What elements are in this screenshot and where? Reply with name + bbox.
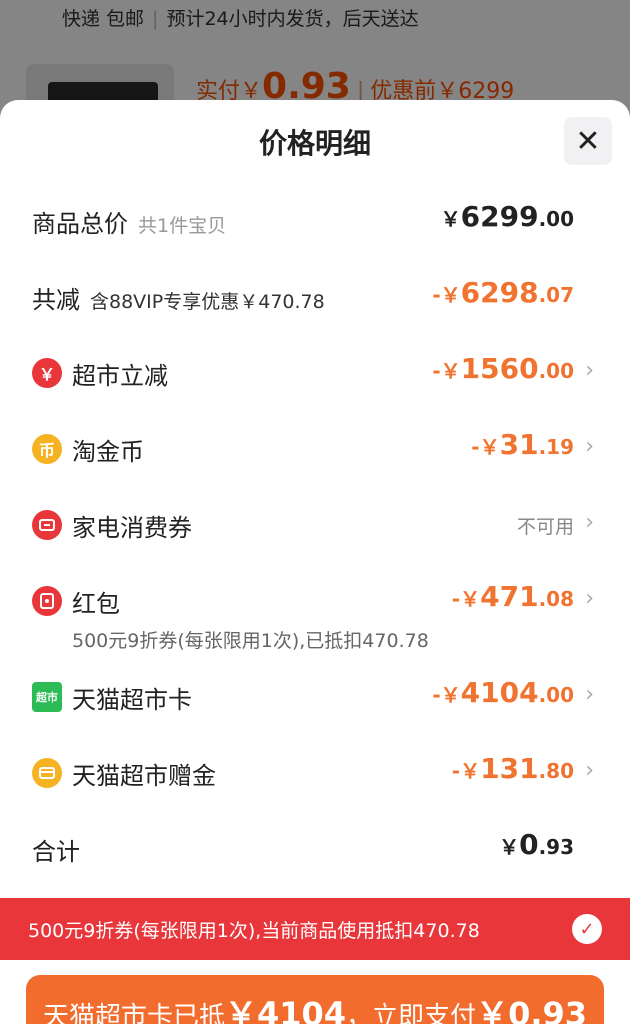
currency-symbol: -￥ <box>432 283 461 307</box>
row-grand-total: 合计 ￥0.93 <box>0 828 630 868</box>
grand-total-int: 0 <box>519 828 539 861</box>
currency-symbol: -￥ <box>451 759 481 783</box>
currency-symbol: -￥ <box>432 683 461 707</box>
market-discount-int: 1560 <box>460 352 539 385</box>
reduction-int: 6298 <box>460 276 539 309</box>
row-tmall-bonus[interactable]: 天猫超市赠金 -￥131.80 › <box>0 752 630 792</box>
chevron-right-icon: › <box>585 758 594 783</box>
chevron-right-icon: › <box>585 682 594 707</box>
close-button[interactable]: ✕ <box>564 117 612 165</box>
check-icon[interactable]: ✓ <box>572 914 602 944</box>
tmall-card-dec: .00 <box>538 683 574 707</box>
coupon-promo-bar[interactable]: 500元9折券(每张限用1次),当前商品使用抵扣470.78 ✓ <box>0 898 630 960</box>
row-taojinbi[interactable]: 币 淘金币 -￥31.19 › <box>0 428 630 468</box>
row-red-packet[interactable]: 红包 -￥471.08 › <box>0 580 630 620</box>
currency-symbol: -￥ <box>432 359 461 383</box>
yuan-coin-icon: ￥ <box>32 358 62 388</box>
coupon-unavailable-status: 不可用 <box>516 516 574 538</box>
currency-symbol: ￥ <box>440 207 461 231</box>
tmall-bonus-dec: .80 <box>538 759 574 783</box>
reduction-dec: .07 <box>538 283 574 307</box>
row-total-reduction: 共减 含88VIP专享优惠￥470.78 -￥6298.07 <box>0 276 630 316</box>
tmall-bonus-int: 131 <box>480 752 539 785</box>
pay-prefix: 天猫超市卡已抵 <box>42 1002 225 1024</box>
grand-total-dec: .93 <box>538 835 574 859</box>
red-packet-note: 500元9折券(每张限用1次),已抵扣470.78 <box>72 630 429 652</box>
pay-amount: ￥0.93 <box>476 995 588 1024</box>
appliance-coupon-label: 家电消费券 <box>72 514 192 542</box>
reduction-note: 含88VIP专享优惠￥470.78 <box>90 291 325 313</box>
tmall-market-icon: 超市 <box>32 682 62 712</box>
chevron-right-icon: › <box>585 358 594 383</box>
currency-symbol: ￥ <box>499 835 520 859</box>
goods-total-dec: .00 <box>538 207 574 231</box>
row-goods-total: 商品总价 共1件宝贝 ￥6299.00 <box>0 200 630 240</box>
sheet-title: 价格明细 <box>258 127 371 160</box>
currency-symbol: -￥ <box>471 435 500 459</box>
chevron-right-icon: › <box>585 510 594 535</box>
red-packet-label: 红包 <box>72 590 120 618</box>
promo-text: 500元9折券(每张限用1次),当前商品使用抵扣470.78 <box>28 920 480 942</box>
goods-total-label: 商品总价 <box>32 210 128 238</box>
taojinbi-label: 淘金币 <box>72 438 144 466</box>
chevron-right-icon: › <box>585 586 594 611</box>
tmall-card-label: 天猫超市卡 <box>72 686 192 714</box>
red-packet-dec: .08 <box>538 587 574 611</box>
wallet-icon <box>32 758 62 788</box>
goods-count: 共1件宝贝 <box>138 215 227 237</box>
close-icon: ✕ <box>575 123 601 159</box>
market-discount-label: 超市立减 <box>72 362 168 390</box>
reduction-label: 共减 <box>32 286 80 314</box>
card-deducted-amount: ￥4104 <box>224 995 347 1024</box>
row-appliance-coupon[interactable]: 家电消费券 不可用 › <box>0 504 630 544</box>
goods-total-int: 6299 <box>460 200 539 233</box>
tmall-bonus-label: 天猫超市赠金 <box>72 762 216 790</box>
market-discount-dec: .00 <box>538 359 574 383</box>
pay-middle-text: ，立即支付 <box>346 1002 477 1024</box>
red-packet-icon <box>32 586 62 616</box>
pay-now-button[interactable]: 天猫超市卡已抵￥4104，立即支付￥0.93 <box>26 975 604 1024</box>
gold-coin-icon: 币 <box>32 434 62 464</box>
price-detail-sheet: 价格明细 ✕ 商品总价 共1件宝贝 ￥6299.00 共减 含88VIP专享优惠￥4… <box>0 100 630 1024</box>
tmall-card-int: 4104 <box>460 676 539 709</box>
row-market-discount[interactable]: ￥ 超市立减 -￥1560.00 › <box>0 352 630 392</box>
row-tmall-market-card[interactable]: 超市 天猫超市卡 -￥4104.00 › <box>0 676 630 716</box>
taojinbi-int: 31 <box>499 428 539 461</box>
red-packet-int: 471 <box>480 580 539 613</box>
taojinbi-dec: .19 <box>538 435 574 459</box>
grand-total-label: 合计 <box>32 838 80 866</box>
ticket-icon <box>32 510 62 540</box>
chevron-right-icon: › <box>585 434 594 459</box>
currency-symbol: -￥ <box>451 587 481 611</box>
